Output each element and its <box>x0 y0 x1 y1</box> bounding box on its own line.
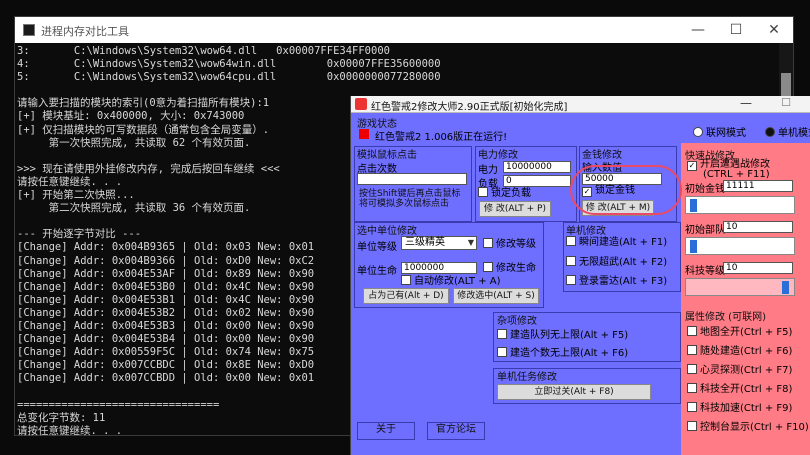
console-line: 5: C:\Windows\System32\wow64cpu.dll 0x00… <box>17 71 441 84</box>
single-mode-radio[interactable]: 单机模式 <box>765 127 810 140</box>
lock-load-checkbox[interactable]: 锁定负载 <box>478 187 531 200</box>
init-money-input[interactable]: 11111 <box>723 180 793 192</box>
modify-selected-button[interactable]: 修改选中(ALT + S) <box>453 288 539 304</box>
tech-level-slider[interactable] <box>685 278 795 296</box>
build-count-checkbox[interactable]: 建造个数无上限(Alt + F6) <box>497 347 628 360</box>
trainer-minimize-icon[interactable]: — <box>736 96 756 112</box>
trainer-window: 红色警戒2修改大师2.90正式版[初始化完成] — ☐ 游戏状态 红色警戒2 1… <box>350 96 810 455</box>
console-title: 进程内存对比工具 <box>41 25 129 38</box>
mouse-group-label: 模拟鼠标点击 <box>357 150 417 161</box>
attr-checkbox[interactable]: 随处建造(Ctrl + F6) <box>687 345 792 358</box>
trainer-maximize-icon[interactable]: ☐ <box>776 96 796 112</box>
trainer-titlebar: 红色警戒2修改大师2.90正式版[初始化完成] — ☐ <box>351 96 810 113</box>
trainer-title: 红色警戒2修改大师2.90正式版[初始化完成] <box>371 102 568 113</box>
minimize-icon[interactable]: — <box>680 20 716 40</box>
tech-level-input[interactable]: 10 <box>723 262 793 274</box>
highlight-circle <box>570 165 682 215</box>
power-group-label: 电力修改 <box>478 150 518 161</box>
attr-checkbox[interactable]: 心灵探测(Ctrl + F7) <box>687 364 792 377</box>
unit-level-label: 单位等级 <box>357 242 397 253</box>
power-modify-button[interactable]: 修 改(ALT + P) <box>479 201 551 217</box>
load-input[interactable]: 0 <box>503 175 571 187</box>
terminal-icon <box>23 24 35 36</box>
status-indicator <box>359 129 369 139</box>
modify-life-checkbox[interactable]: 修改生命 <box>483 262 536 275</box>
desktop: 进程内存对比工具 — ☐ ✕ 3: C:\Windows\System32\wo… <box>0 0 810 455</box>
unit-level-select[interactable]: 三级精英 ▼ <box>401 236 477 250</box>
shift-hint: 按住Shift键后再点击鼠标将可模拟多次鼠标点击 <box>359 189 461 209</box>
attr-checkbox[interactable]: 控制台显示(Ctrl + F10) <box>687 421 809 434</box>
console-line: 4: C:\Windows\System32\wow64win.dll 0x00… <box>17 58 441 71</box>
console-line: 3: C:\Windows\System32\wow64.dll 0x00007… <box>17 45 390 57</box>
maximize-icon[interactable]: ☐ <box>718 20 754 40</box>
instant-build-checkbox[interactable]: 瞬间建造(Alt + F1) <box>566 236 667 249</box>
single-group-label: 单机修改 <box>566 226 606 237</box>
init-units-slider[interactable] <box>685 237 795 255</box>
quick-battle-panel: 快速战修改 ✓ 开启遭遇战修改 (CTRL + F11) 初始金钱 11111 初… <box>681 143 810 455</box>
attr-group-label: 属性修改 (可联网) <box>685 312 766 323</box>
unit-life-label: 单位生命 <box>357 266 397 277</box>
init-units-label: 初始部队 <box>685 225 725 236</box>
init-money-slider[interactable] <box>685 196 795 214</box>
trainer-app-icon <box>355 98 367 110</box>
build-queue-checkbox[interactable]: 建造队列无上限(Alt + F5) <box>497 329 628 342</box>
close-icon[interactable]: ✕ <box>756 20 792 40</box>
radar-checkbox[interactable]: 登录雷达(Alt + F3) <box>566 275 667 288</box>
unlimited-power-checkbox[interactable]: 无限超武(Alt + F2) <box>566 256 667 269</box>
status-text: 红色警戒2 1.006版正在运行! <box>375 132 508 143</box>
attr-checkbox[interactable]: 地图全开(Ctrl + F5) <box>687 326 792 339</box>
attr-checkbox[interactable]: 科技全开(Ctrl + F8) <box>687 383 792 396</box>
init-money-label: 初始金钱 <box>685 184 725 195</box>
power-input[interactable]: 10000000 <box>503 161 571 173</box>
online-mode-radio[interactable]: 联网模式 <box>693 127 746 140</box>
occupy-button[interactable]: 占为己有(Alt + D) <box>363 288 449 304</box>
pass-level-button[interactable]: 立即过关(Alt + F8) <box>497 384 651 400</box>
about-button[interactable]: 关于 <box>357 422 415 440</box>
unit-life-input[interactable]: 1000000 <box>401 262 477 274</box>
tech-level-label: 科技等级 <box>685 266 725 277</box>
init-units-input[interactable]: 10 <box>723 221 793 233</box>
modify-level-checkbox[interactable]: 修改等级 <box>483 238 536 251</box>
forum-button[interactable]: 官方论坛 <box>427 422 485 440</box>
unit-group-label: 选中单位修改 <box>357 226 417 237</box>
power-label: 电力 <box>478 165 498 176</box>
auto-modify-checkbox[interactable]: 自动修改(ALT + A) <box>401 275 501 288</box>
mission-group-label: 单机任务修改 <box>497 372 557 383</box>
click-count-input[interactable] <box>357 173 467 185</box>
console-titlebar: 进程内存对比工具 — ☐ ✕ <box>15 17 793 43</box>
attr-checkbox[interactable]: 科技加速(Ctrl + F9) <box>687 402 792 415</box>
misc-group-label: 杂项修改 <box>497 316 537 327</box>
quick-hotkey: (CTRL + F11) <box>703 169 770 180</box>
